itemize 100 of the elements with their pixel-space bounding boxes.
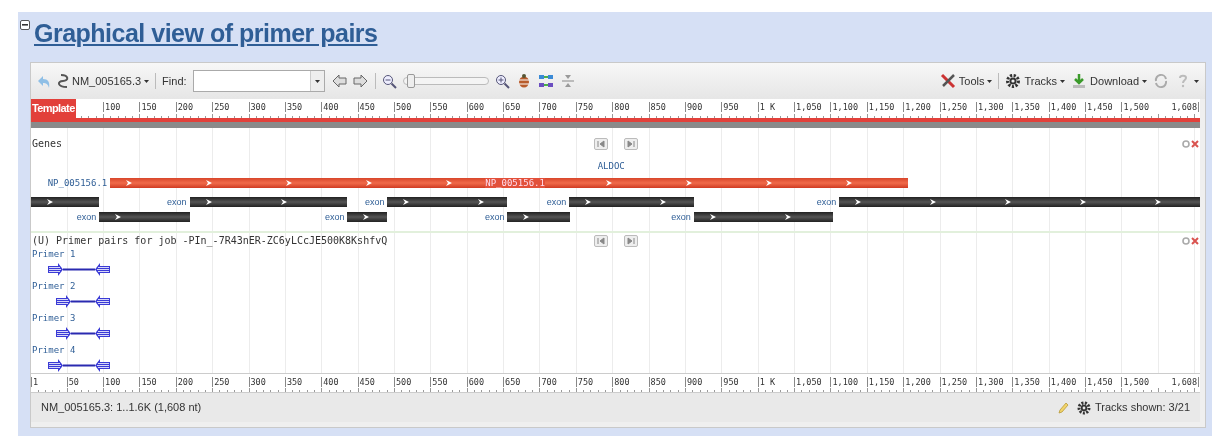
ruler-tick-label: 750: [575, 377, 594, 387]
find-field[interactable]: [192, 70, 325, 92]
ruler-tick-label: 150: [139, 102, 157, 112]
caret-icon: [1060, 79, 1066, 83]
caret-icon: [314, 79, 320, 83]
ruler-tick-label: 1,200: [903, 102, 931, 112]
toolbar-menu-button[interactable]: Tracks: [1005, 72, 1066, 90]
ruler-tick-label: 750: [575, 102, 594, 112]
zoom-slider-thumb[interactable]: [406, 74, 415, 88]
feature-label: exon: [484, 212, 506, 222]
ruler-tick-label: 1,150: [866, 102, 895, 112]
ruler-tick-label: 200: [175, 377, 194, 387]
feature-label: exon: [546, 197, 568, 207]
ruler-tick-label: 300: [248, 377, 266, 387]
back-arrow-icon[interactable]: [330, 73, 347, 89]
ruler-tick-label: 650: [503, 102, 521, 112]
zoom-in-icon[interactable]: [494, 73, 510, 89]
close-icon[interactable]: [1191, 237, 1199, 245]
ruler-tick-label: 800: [612, 102, 630, 112]
ruler-tick-label: 250: [212, 377, 230, 387]
primer-label: Primer 1: [32, 249, 76, 259]
caret-icon: [1142, 79, 1147, 83]
template-label: Template: [31, 99, 76, 118]
feature-label: NP_005156.1: [47, 178, 109, 188]
ruler-tick-label: 350: [284, 102, 303, 112]
zoom-out-icon[interactable]: [381, 73, 397, 89]
ruler-tick-label: 700: [539, 102, 557, 112]
gear-icon: [1005, 73, 1022, 89]
status-text: NM_005165.3: 1..1.6K (1,608 nt): [41, 400, 202, 416]
sequence-icon: [57, 73, 69, 89]
ruler-tick-label: 800: [612, 377, 630, 387]
primer-pair-drawing: [48, 263, 110, 276]
gear-icon[interactable]: [1077, 400, 1092, 415]
ruler-tick-label: 600: [466, 377, 485, 387]
exon-bar: [347, 212, 388, 222]
feature-label: exon: [816, 197, 838, 207]
section-title-link[interactable]: Graphical view of primer pairs: [34, 18, 378, 48]
next-button[interactable]: [624, 138, 638, 150]
tools-icon: [939, 73, 956, 89]
primer-pair-drawing: [56, 295, 110, 308]
pencil-icon[interactable]: [1057, 400, 1070, 415]
forward-arrow-icon[interactable]: [352, 73, 369, 89]
ruler-tick-label: 1,450: [1085, 377, 1113, 387]
ruler-tick-label: 100: [103, 102, 121, 112]
ruler-tick-label: 650: [503, 377, 521, 387]
primer-pair-drawing: [56, 327, 110, 340]
ruler-tick-label: 1 K: [757, 377, 776, 387]
ruler-tick-label: 200: [175, 102, 194, 112]
feature-label: exon: [364, 197, 386, 207]
ruler-tick-label: 550: [430, 377, 448, 387]
ruler-tick-label: 1,100: [830, 377, 859, 387]
ruler-tick-label: 1,400: [1048, 377, 1077, 387]
ruler-tick-label: 1,150: [866, 377, 895, 387]
ruler-tick-label: 1,050: [794, 377, 822, 387]
toolbar-menu-button[interactable]: Tools: [939, 72, 993, 90]
layout-icon[interactable]: [537, 73, 554, 89]
protein-bar: NP_005156.1: [110, 178, 908, 188]
ruler-tick-label: 450: [357, 102, 375, 112]
ruler-tick-label: 700: [539, 377, 557, 387]
ruler-tick-label: 350: [284, 377, 303, 387]
feature-label: exon: [671, 212, 692, 222]
ruler-tick-label: 1,050: [794, 102, 822, 112]
primer-label: Primer 3: [32, 313, 76, 323]
gene-label: ALDOC: [597, 161, 625, 171]
ruler-tick-label: 1,608: [1171, 377, 1199, 387]
ruler-tick-label: 1,450: [1085, 102, 1113, 112]
caret-icon: [1194, 79, 1199, 83]
previous-button[interactable]: [594, 138, 608, 150]
ruler-tick-label: 1,200: [903, 377, 931, 387]
ruler-tick-label: 1,300: [975, 102, 1004, 112]
ruler-tick-label: 100: [103, 377, 121, 387]
feature-label: exon: [324, 212, 346, 222]
ruler-tick-label: 150: [139, 377, 157, 387]
ruler-tick-label: 1,400: [1048, 102, 1077, 112]
close-icon[interactable]: [1191, 140, 1199, 148]
previous-button[interactable]: [594, 235, 608, 247]
feature-label: exon: [76, 212, 98, 222]
next-button[interactable]: [624, 235, 638, 247]
track-title: Genes: [32, 138, 63, 150]
ruler-tick-label: 950: [721, 377, 739, 387]
download-icon: [1071, 73, 1088, 89]
caret-icon: [144, 79, 150, 83]
ruler-tick-label: 950: [721, 102, 739, 112]
refresh-icon[interactable]: [1153, 73, 1169, 89]
primer-label: Primer 4: [32, 345, 76, 355]
ruler-tick-label: 500: [394, 102, 412, 112]
ruler-tick-label: 600: [466, 102, 485, 112]
ruler-tick-label: 1,100: [830, 102, 859, 112]
ruler-tick-label: 1 K: [757, 102, 776, 112]
ruler-tick-label: 550: [430, 102, 448, 112]
find-label: Find:: [162, 73, 187, 89]
primer-label: Primer 2: [32, 281, 76, 291]
ruler-tick-label: 400: [321, 102, 339, 112]
ruler-tick-label: 500: [394, 377, 412, 387]
sequence-dropdown[interactable]: NM_005165.3: [57, 72, 150, 90]
align-icon[interactable]: [559, 73, 576, 89]
ruler-tick-label: 50: [66, 377, 79, 387]
toolbar-menu-button[interactable]: Download: [1071, 72, 1147, 90]
collapse-icon[interactable]: [20, 20, 30, 30]
ruler-tick-label: 900: [684, 102, 703, 112]
